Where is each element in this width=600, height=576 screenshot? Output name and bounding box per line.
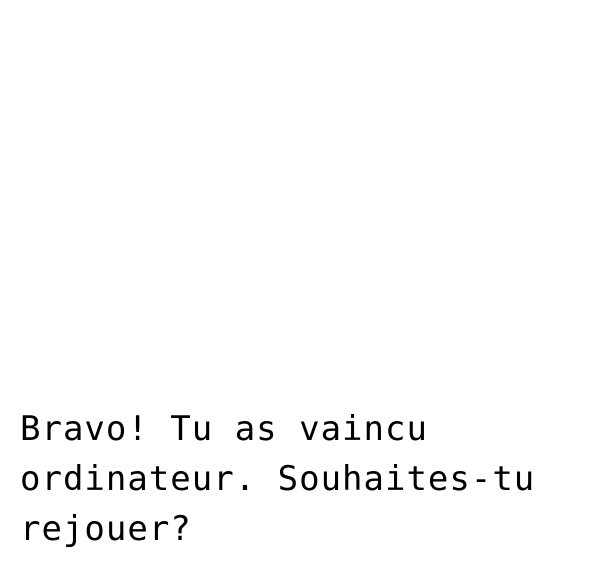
message-line-3: rejouer? bbox=[20, 509, 192, 549]
message-line-2: ordinateur. Souhaites-tu bbox=[20, 459, 536, 499]
message-line-1: Bravo! Tu as vaincu bbox=[20, 409, 428, 449]
game-screen: Bravo! Tu as vaincu ordinateur. Souhaite… bbox=[0, 0, 600, 576]
victory-message: Bravo! Tu as vaincu ordinateur. Souhaite… bbox=[20, 404, 580, 554]
